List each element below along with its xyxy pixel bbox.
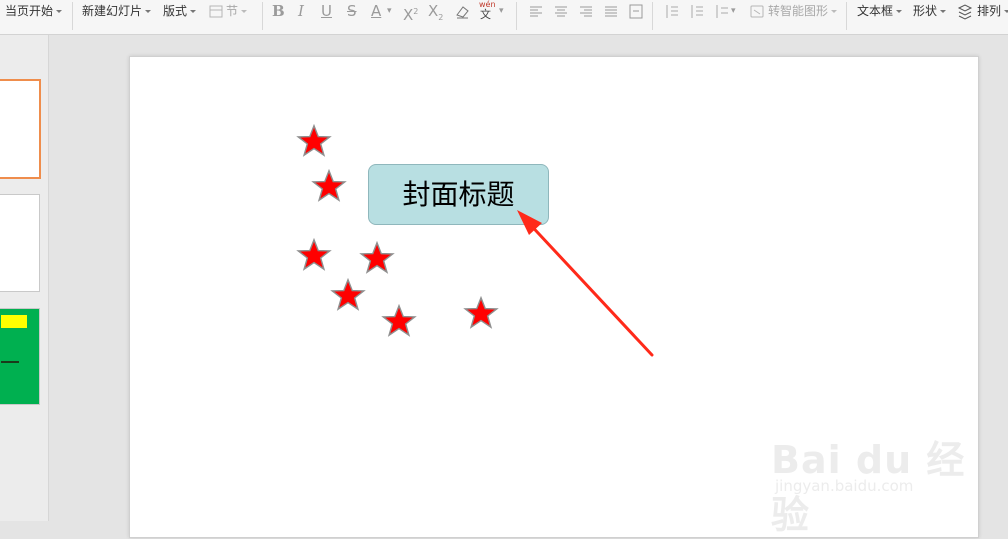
arrange-icon <box>957 0 973 23</box>
slide-canvas[interactable]: 封面标题 Bai du 经验 jingyan.baidu.com <box>129 56 979 538</box>
star-shape[interactable] <box>311 169 347 205</box>
paragraph-spacing-icon[interactable] <box>689 0 705 23</box>
arrange-button[interactable]: 排列 <box>977 0 1008 23</box>
toolbar-separator <box>846 2 847 30</box>
toolbar-separator <box>516 2 517 30</box>
pinyin-dropdown-icon[interactable]: ▾ <box>499 0 504 23</box>
slide-thumbnail-2[interactable] <box>0 194 40 292</box>
smart-shape-icon <box>749 0 765 23</box>
section-button[interactable]: 节 <box>226 0 247 23</box>
font-color-icon[interactable]: A <box>371 0 381 23</box>
distribute-icon[interactable] <box>628 0 644 23</box>
star-shape[interactable] <box>296 124 332 160</box>
subscript-icon[interactable]: X2 <box>428 0 443 23</box>
star-shape[interactable] <box>359 241 395 277</box>
star-shape[interactable] <box>381 304 417 340</box>
new-slide-button[interactable]: 新建幻灯片 <box>82 0 151 23</box>
layout-button[interactable]: 版式 <box>163 0 196 23</box>
annotation-arrow <box>517 210 654 357</box>
font-color-dropdown-icon[interactable]: ▾ <box>387 0 392 23</box>
toolbar-separator <box>652 2 653 30</box>
star-shape[interactable] <box>330 278 366 314</box>
watermark-sub-text: jingyan.baidu.com <box>775 477 914 495</box>
pinyin-guide-icon[interactable]: wén 文 <box>479 0 501 23</box>
ribbon-toolbar: 当页开始 新建幻灯片 版式 节 B I U S A ▾ X2 X2 wén 文 … <box>0 0 1008 35</box>
align-left-icon[interactable] <box>528 0 544 23</box>
align-center-icon[interactable] <box>553 0 569 23</box>
toolbar-separator <box>262 2 263 30</box>
star-shape[interactable] <box>296 238 332 274</box>
list-dropdown-icon[interactable]: ▾ <box>731 0 736 23</box>
line-spacing-icon[interactable] <box>664 0 680 23</box>
strikethrough-icon[interactable]: S <box>347 0 357 23</box>
star-shape[interactable] <box>463 296 499 332</box>
smart-shape-button[interactable]: 转智能图形 <box>768 0 837 23</box>
align-right-icon[interactable] <box>578 0 594 23</box>
toolbar-separator <box>72 2 73 30</box>
baidu-jingyan-watermark: Bai du 经验 jingyan.baidu.com <box>771 409 971 537</box>
superscript-icon[interactable]: X2 <box>403 0 418 24</box>
underline-icon[interactable]: U <box>321 0 332 23</box>
bold-icon[interactable]: B <box>272 0 285 23</box>
slide-thumbnail-panel <box>0 35 49 521</box>
pinyin-char-text: 文 <box>480 8 491 21</box>
shape-button[interactable]: 形状 <box>913 0 946 23</box>
slide-thumbnail-3[interactable] <box>0 308 40 405</box>
textbox-button[interactable]: 文本框 <box>857 0 902 23</box>
eraser-icon[interactable] <box>454 0 470 23</box>
current-page-start-button[interactable]: 当页开始 <box>5 0 62 23</box>
justify-icon[interactable] <box>603 0 619 23</box>
list-icon[interactable] <box>714 0 730 23</box>
slide-thumbnail-1[interactable] <box>0 79 41 179</box>
thumbnail-text-line <box>1 361 19 363</box>
section-icon <box>208 0 224 23</box>
italic-icon[interactable]: I <box>298 0 304 23</box>
thumbnail-yellow-bar <box>1 315 27 328</box>
